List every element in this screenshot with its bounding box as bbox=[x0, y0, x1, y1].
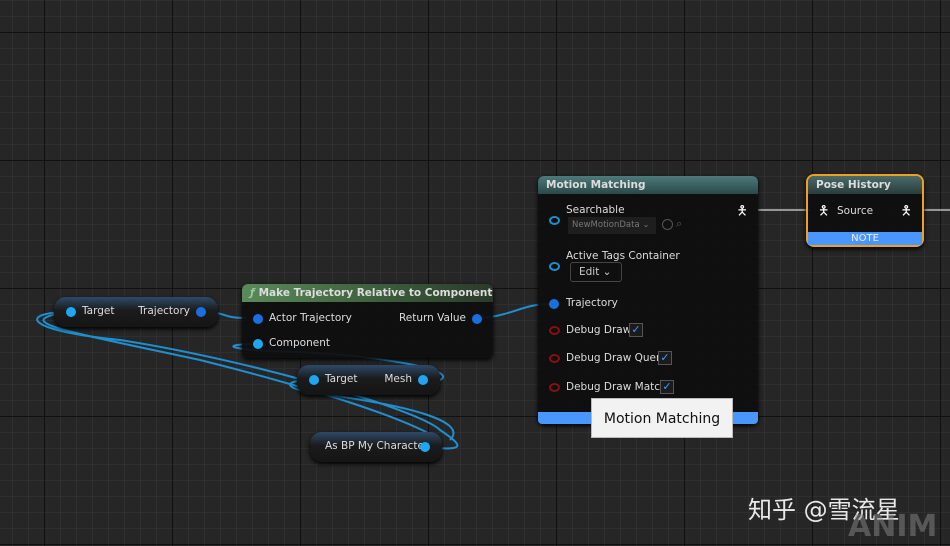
make-trajectory-node[interactable]: ƒ Make Trajectory Relative to Component A… bbox=[242, 284, 493, 358]
cast-output-pin[interactable] bbox=[420, 442, 430, 452]
source-label: Source bbox=[837, 205, 874, 217]
pose-input-icon[interactable]: 🯅 bbox=[818, 202, 829, 224]
chevron-down-icon: ⌄ bbox=[642, 220, 650, 230]
searchable-pin[interactable] bbox=[549, 216, 560, 225]
pose-output-icon[interactable]: 🯅 bbox=[901, 202, 912, 224]
target-label: Target bbox=[82, 305, 115, 317]
mesh-pin[interactable] bbox=[418, 375, 428, 385]
actor-trajectory-pin[interactable] bbox=[253, 314, 263, 324]
target-pin[interactable] bbox=[66, 307, 76, 317]
get-mesh-node[interactable]: Target Mesh bbox=[297, 365, 440, 395]
get-trajectory-node[interactable]: Target Trajectory bbox=[54, 297, 218, 327]
node-title: Make Trajectory Relative to Component bbox=[258, 287, 493, 299]
active-tags-label: Active Tags Container bbox=[566, 250, 680, 262]
node-header: Motion Matching bbox=[538, 176, 758, 194]
return-value-pin[interactable] bbox=[472, 314, 482, 324]
node-header: ƒ Make Trajectory Relative to Component bbox=[242, 284, 493, 302]
debug-draw-label: Debug Draw bbox=[566, 324, 632, 336]
trajectory-label: Trajectory bbox=[138, 305, 190, 317]
tooltip: Motion Matching bbox=[591, 398, 733, 438]
pose-output-icon[interactable]: 🯅 bbox=[737, 202, 748, 224]
search-icon[interactable]: ⌕ bbox=[676, 217, 682, 231]
debug-draw-query-checkbox[interactable]: ✓ bbox=[658, 351, 672, 365]
mesh-label: Mesh bbox=[384, 373, 412, 385]
debug-draw-match-checkbox[interactable]: ✓ bbox=[660, 380, 674, 394]
searchable-label: Searchable bbox=[566, 204, 625, 216]
component-pin[interactable] bbox=[253, 339, 263, 349]
cast-node[interactable]: As BP My Character bbox=[310, 432, 442, 462]
cast-label: As BP My Character bbox=[325, 440, 429, 452]
node-header: Pose History bbox=[808, 176, 922, 194]
searchable-dropdown[interactable]: NewMotionData ⌄ bbox=[568, 217, 656, 234]
trajectory-pin[interactable] bbox=[196, 307, 206, 317]
debug-draw-query-label: Debug Draw Query bbox=[566, 352, 667, 364]
debug-draw-match-label: Debug Draw Match bbox=[566, 381, 667, 393]
active-tags-pin[interactable] bbox=[549, 262, 560, 271]
component-label: Component bbox=[269, 337, 330, 349]
debug-draw-checkbox[interactable]: ✓ bbox=[629, 323, 643, 337]
watermark-partial: ANIM bbox=[848, 509, 938, 544]
debug-draw-pin[interactable] bbox=[549, 326, 560, 335]
debug-draw-query-pin[interactable] bbox=[549, 354, 560, 363]
pose-history-node[interactable]: Pose History 🯅 Source 🯅 NOTE bbox=[806, 174, 924, 247]
return-value-label: Return Value bbox=[398, 312, 466, 324]
searchable-value: NewMotionData bbox=[572, 220, 640, 230]
debug-draw-match-pin[interactable] bbox=[549, 383, 560, 392]
function-icon: ƒ bbox=[250, 287, 255, 299]
target-label: Target bbox=[325, 373, 358, 385]
trajectory-pin[interactable] bbox=[549, 299, 559, 309]
note-bar: NOTE bbox=[808, 232, 922, 245]
trajectory-label: Trajectory bbox=[566, 297, 618, 309]
actor-trajectory-label: Actor Trajectory bbox=[269, 312, 352, 324]
wires bbox=[36, 209, 950, 450]
motion-matching-node[interactable]: Motion Matching Searchable NewMotionData… bbox=[538, 176, 758, 424]
browse-icon[interactable] bbox=[662, 219, 673, 230]
edit-dropdown[interactable]: Edit ⌄ bbox=[570, 262, 622, 282]
target-pin[interactable] bbox=[309, 375, 319, 385]
edit-label: Edit bbox=[579, 266, 600, 278]
